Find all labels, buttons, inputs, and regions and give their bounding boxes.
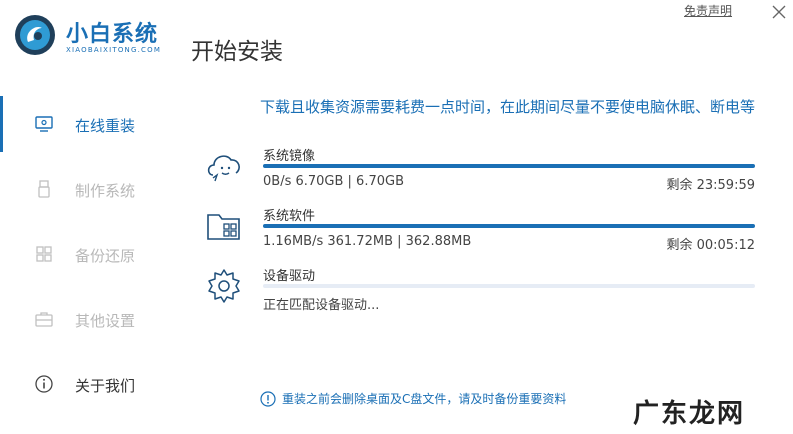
progress-fill (263, 224, 755, 228)
sidebar: 在线重装 制作系统 备份还原 其他设置 关于我们 (0, 92, 180, 412)
task-name: 系统镜像 (263, 149, 316, 164)
grid-icon (36, 246, 52, 262)
page-title: 开始安装 (191, 39, 283, 65)
task-device-drivers: 设备驱动 正在匹配设备驱动... (205, 267, 757, 323)
sidebar-item-label: 关于我们 (75, 377, 136, 395)
info-icon (35, 375, 53, 393)
active-indicator (0, 96, 3, 152)
task-speed-info: 0B/s 6.70GB | 6.70GB (263, 174, 404, 189)
task-system-software: 系统软件 1.16MB/s 361.72MB | 362.88MB 剩余 00:… (205, 207, 757, 263)
sidebar-item-online-reinstall[interactable]: 在线重装 (0, 96, 175, 152)
sidebar-item-about-us[interactable]: 关于我们 (0, 366, 175, 402)
disclaimer-link[interactable]: 免责声明 (684, 2, 732, 19)
progress-bar (263, 164, 755, 168)
task-name: 设备驱动 (263, 269, 316, 284)
sidebar-item-other-settings[interactable]: 其他设置 (0, 301, 175, 337)
sidebar-item-backup-restore[interactable]: 备份还原 (0, 236, 175, 272)
warning-message: 重装之前会删除桌面及C盘文件，请及时备份重要资料 (260, 390, 566, 407)
brand-subtitle: XIAOBAIXITONG.COM (66, 46, 162, 54)
progress-bar (263, 224, 755, 228)
cloud-face-icon (207, 155, 240, 182)
sidebar-item-make-system[interactable]: 制作系统 (0, 171, 175, 207)
sidebar-item-label: 其他设置 (75, 312, 136, 330)
close-icon[interactable] (768, 2, 790, 22)
sidebar-item-label: 制作系统 (75, 182, 136, 200)
logo-icon (15, 15, 55, 55)
task-remaining-time: 剩余 23:59:59 (666, 178, 755, 193)
progress-fill (263, 164, 755, 168)
warning-text: 重装之前会删除桌面及C盘文件，请及时备份重要资料 (282, 392, 567, 406)
usb-icon (38, 180, 50, 198)
folder-apps-icon (207, 214, 240, 240)
briefcase-icon (35, 312, 53, 327)
warning-info-icon (260, 390, 276, 407)
progress-bar (263, 284, 755, 288)
monitor-icon (35, 116, 53, 132)
gear-icon (208, 269, 240, 303)
sidebar-item-label: 备份还原 (75, 247, 136, 265)
task-remaining-time: 剩余 00:05:12 (666, 238, 755, 253)
task-status-info: 正在匹配设备驱动... (263, 298, 380, 313)
watermark: 广东龙网 (633, 399, 746, 429)
task-speed-info: 1.16MB/s 361.72MB | 362.88MB (263, 234, 472, 249)
notice-text: 下载且收集资源需要耗费一点时间，在此期间尽量不要使电脑休眠、断电等 (259, 98, 755, 116)
brand-name: 小白系统 (66, 22, 159, 47)
sidebar-item-label: 在线重装 (75, 117, 136, 135)
task-name: 系统软件 (263, 209, 316, 224)
task-system-image: 系统镜像 0B/s 6.70GB | 6.70GB 剩余 23:59:59 (205, 147, 757, 203)
